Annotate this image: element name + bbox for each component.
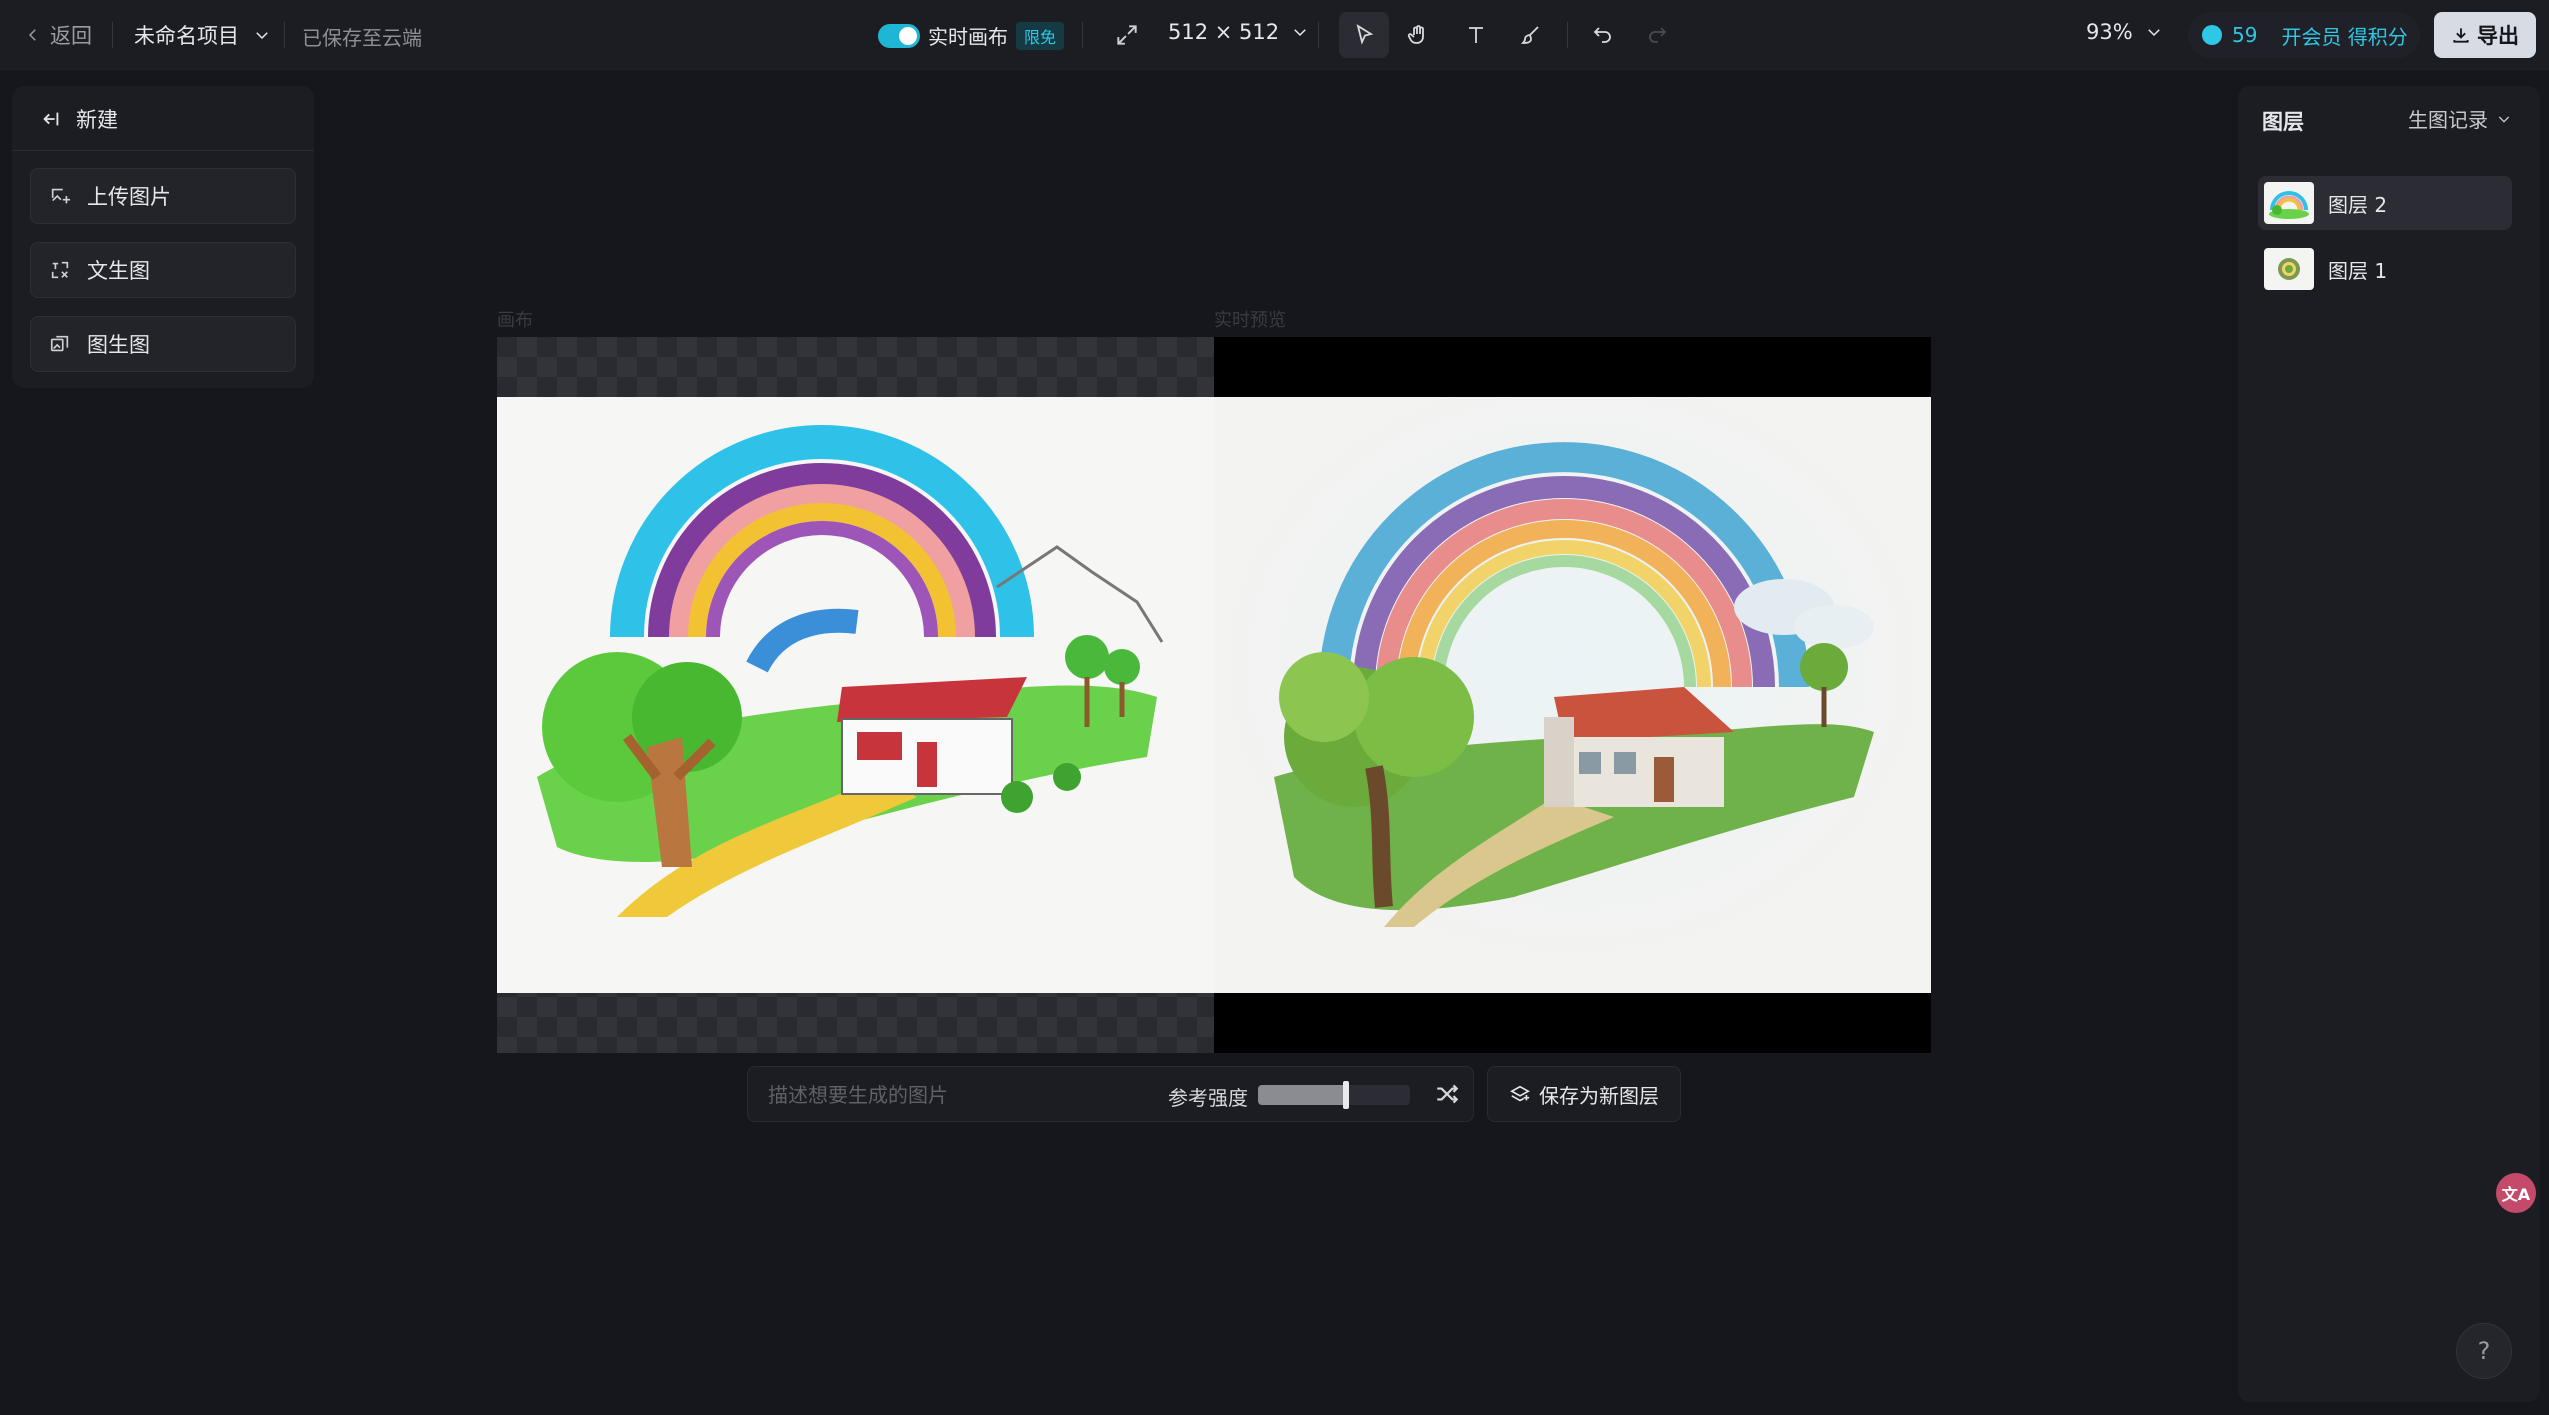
prompt-input[interactable] bbox=[766, 1081, 1146, 1109]
save-status: 已保存至云端 bbox=[302, 26, 422, 50]
slider-handle[interactable] bbox=[1343, 1081, 1350, 1109]
slider-fill bbox=[1258, 1085, 1347, 1105]
divider bbox=[1082, 22, 1083, 48]
layer-2-thumbnail-image bbox=[2269, 191, 2309, 219]
layer-name: 图层 1 bbox=[2328, 258, 2388, 283]
reference-strength-slider[interactable] bbox=[1258, 1085, 1410, 1105]
zoom-level: 93% bbox=[2086, 20, 2133, 44]
hand-tool-button[interactable] bbox=[1393, 12, 1443, 58]
rainbow-house-render bbox=[1214, 397, 1931, 993]
layer-thumbnail bbox=[2264, 248, 2314, 290]
prompt-bar: 参考强度 bbox=[747, 1066, 1474, 1122]
drawing-canvas[interactable] bbox=[497, 337, 1214, 1053]
history-label: 生图记录 bbox=[2408, 108, 2488, 132]
resize-icon[interactable] bbox=[1114, 22, 1140, 48]
realtime-label: 实时画布 bbox=[928, 25, 1008, 49]
chevron-down-icon bbox=[2498, 116, 2510, 123]
save-as-new-layer-label: 保存为新图层 bbox=[1539, 1083, 1659, 1108]
project-name: 未命名项目 bbox=[134, 24, 239, 48]
export-button[interactable]: 导出 bbox=[2434, 12, 2536, 58]
layer-name: 图层 2 bbox=[2328, 192, 2388, 217]
back-label: 返回 bbox=[50, 24, 92, 48]
save-as-new-layer-button[interactable]: 保存为新图层 bbox=[1487, 1066, 1681, 1122]
divider bbox=[1567, 22, 1568, 48]
image-to-image-button[interactable]: 图生图 bbox=[30, 316, 296, 372]
text-to-image-icon bbox=[51, 261, 69, 279]
cursor-icon bbox=[1356, 24, 1374, 45]
divider bbox=[1318, 22, 1319, 48]
preview-label: 实时预览 bbox=[1214, 310, 1286, 331]
new-header[interactable]: 新建 bbox=[40, 104, 118, 134]
brush-tool-button[interactable] bbox=[1506, 12, 1556, 58]
upload-image-button[interactable]: 上传图片 bbox=[30, 168, 296, 224]
enter-icon bbox=[43, 112, 59, 126]
text-to-image-button[interactable]: 文生图 bbox=[30, 242, 296, 298]
left-panel: 新建 上传图片 文生图 图生图 bbox=[12, 86, 314, 388]
rainbow-house-sketch bbox=[537, 425, 1164, 917]
redo-button[interactable] bbox=[1632, 12, 1682, 58]
canvas-label: 画布 bbox=[497, 310, 533, 331]
text-tool-button[interactable] bbox=[1451, 12, 1501, 58]
export-label: 导出 bbox=[2477, 24, 2519, 48]
toggle-switch[interactable] bbox=[878, 23, 920, 48]
back-button[interactable]: 返回 bbox=[24, 20, 92, 50]
preview-image bbox=[1214, 397, 1931, 993]
brush-icon bbox=[1520, 26, 1539, 44]
divider bbox=[112, 22, 113, 48]
sketch-image[interactable] bbox=[497, 397, 1214, 993]
layer-item-2[interactable]: 图层 2 bbox=[2258, 176, 2512, 230]
download-icon bbox=[2453, 28, 2469, 43]
reference-strength-label: 参考强度 bbox=[1168, 1086, 1248, 1110]
chevron-down-icon bbox=[2147, 29, 2160, 37]
shuffle-icon[interactable] bbox=[1434, 1081, 1460, 1107]
canvas-size-dropdown[interactable]: 512 × 512 bbox=[1168, 20, 1309, 44]
redo-icon bbox=[1649, 27, 1667, 43]
undo-icon bbox=[1593, 27, 1611, 43]
divider bbox=[12, 150, 314, 151]
hand-icon bbox=[1407, 25, 1424, 44]
chevron-down-icon bbox=[1294, 29, 1306, 37]
undo-button[interactable] bbox=[1578, 12, 1628, 58]
vip-link[interactable]: 开会员 得积分 bbox=[2281, 21, 2407, 50]
generation-history-dropdown[interactable]: 生图记录 bbox=[2408, 104, 2512, 133]
chevron-left-icon bbox=[28, 29, 36, 41]
text-to-image-label: 文生图 bbox=[87, 259, 150, 283]
credit-count: 59 bbox=[2232, 23, 2258, 47]
canvas-size: 512 × 512 bbox=[1168, 20, 1280, 44]
credit-coin-icon bbox=[2202, 25, 2222, 45]
realtime-preview bbox=[1214, 337, 1931, 1053]
chevron-down-icon bbox=[256, 32, 268, 40]
divider bbox=[284, 22, 285, 48]
layer-thumbnail bbox=[2264, 182, 2314, 224]
image-to-image-label: 图生图 bbox=[87, 333, 150, 357]
layer-item-1[interactable]: 图层 1 bbox=[2258, 242, 2512, 296]
help-button[interactable]: ? bbox=[2456, 1323, 2512, 1379]
right-panel: 图层 生图记录 图层 2 图层 1 bbox=[2238, 86, 2540, 1402]
realtime-canvas-toggle[interactable]: 实时画布 限免 bbox=[878, 21, 1065, 50]
translate-button[interactable]: 文A bbox=[2496, 1173, 2536, 1213]
layer-1-thumbnail-image bbox=[2278, 258, 2300, 280]
new-label: 新建 bbox=[76, 108, 118, 132]
free-badge: 限免 bbox=[1016, 21, 1065, 50]
upload-image-label: 上传图片 bbox=[87, 185, 171, 209]
upload-image-icon bbox=[51, 188, 71, 204]
text-icon bbox=[1469, 27, 1483, 43]
image-to-image-icon bbox=[50, 335, 69, 352]
top-bar: 返回 未命名项目 已保存至云端 实时画布 限免 512 × 512 93% 59… bbox=[0, 0, 2549, 70]
project-name-dropdown[interactable]: 未命名项目 bbox=[134, 20, 271, 50]
select-tool-button[interactable] bbox=[1339, 12, 1389, 58]
layers-icon bbox=[1510, 1085, 1530, 1102]
credits-pill[interactable]: 59 开会员 得积分 bbox=[2188, 12, 2420, 58]
zoom-dropdown[interactable]: 93% bbox=[2086, 20, 2163, 44]
layers-title: 图层 bbox=[2262, 110, 2304, 134]
